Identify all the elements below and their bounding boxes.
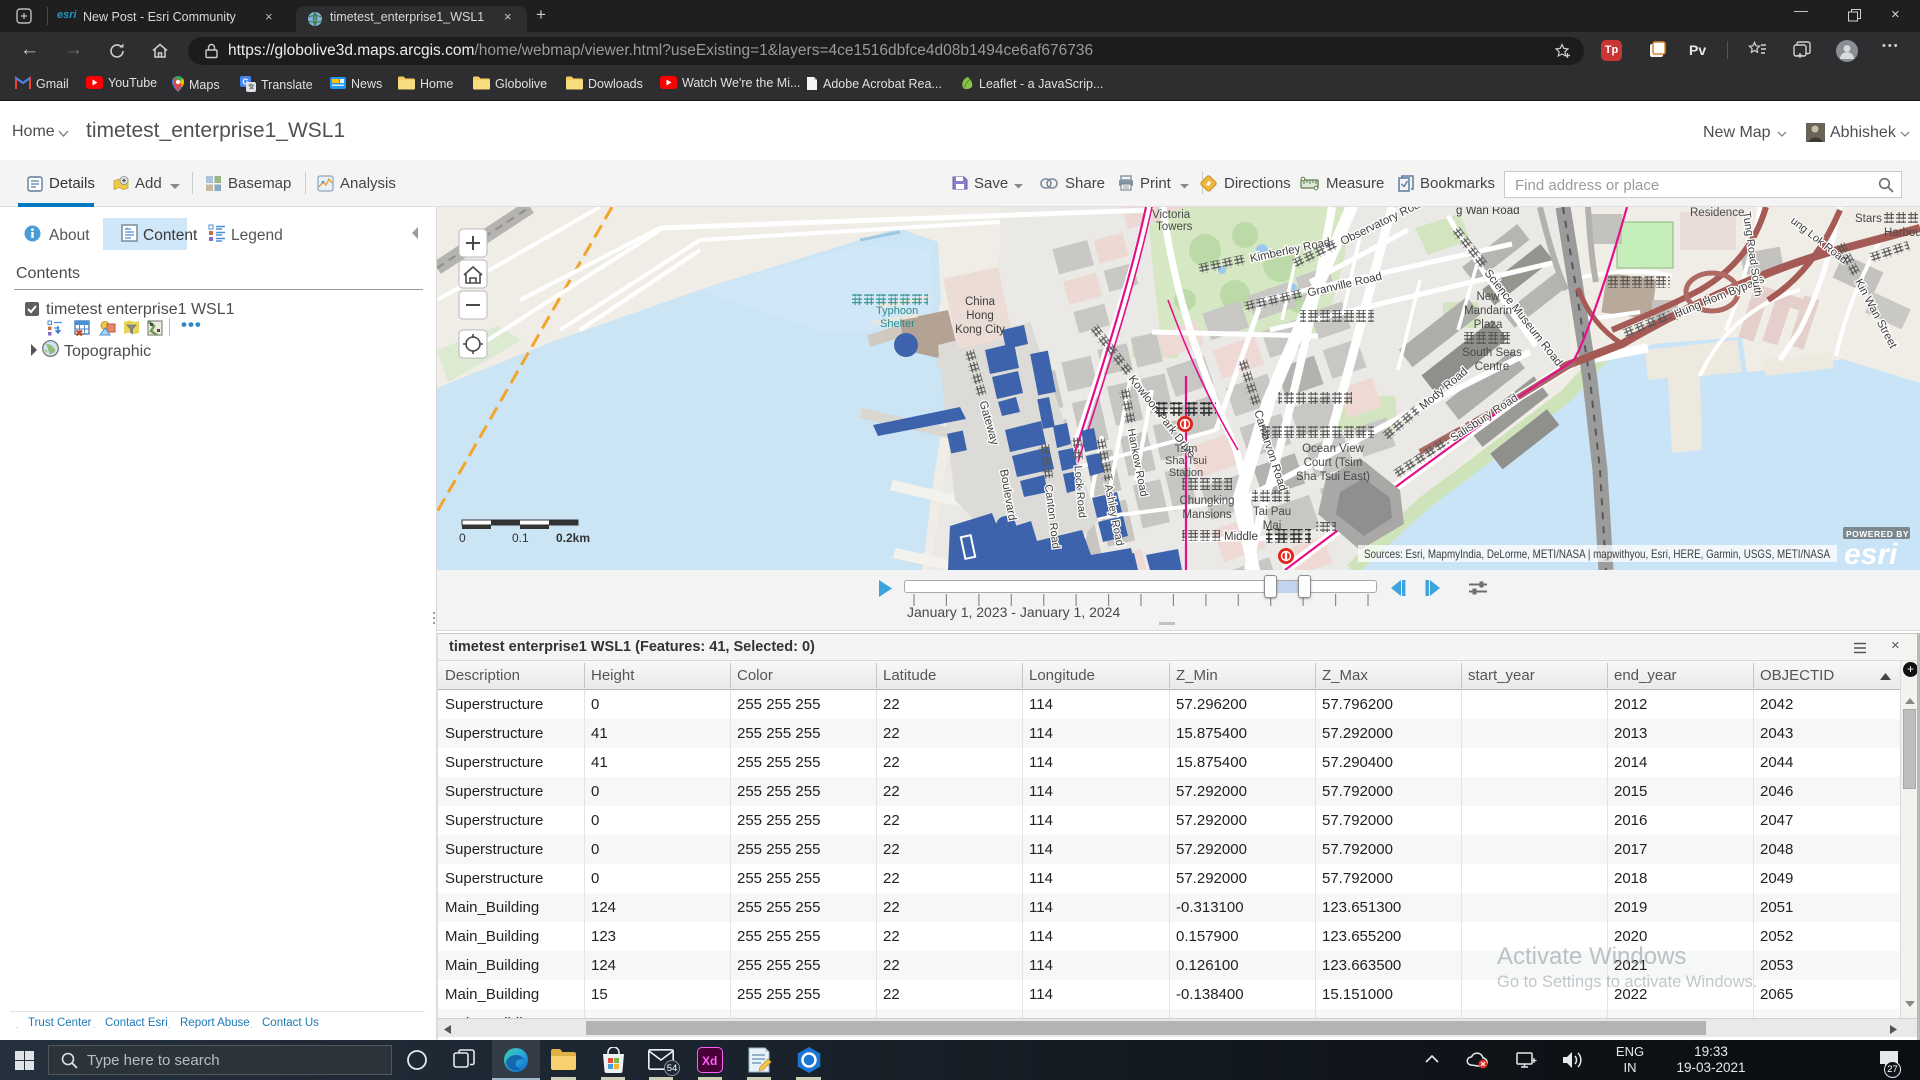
- svg-text:Typhoon: Typhoon: [876, 305, 918, 317]
- svg-text:Chungking: Chungking: [1180, 495, 1235, 507]
- svg-text:0.2km: 0.2km: [556, 531, 590, 545]
- svg-text:Kong City: Kong City: [955, 324, 1005, 336]
- svg-text:Mai: Mai: [1263, 520, 1282, 532]
- svg-text:Tai Pau: Tai Pau: [1253, 506, 1291, 518]
- svg-text:Victoria: Victoria: [1152, 209, 1191, 221]
- svg-text:Residence: Residence: [1690, 207, 1744, 219]
- svg-text:Sha Tsui: Sha Tsui: [1165, 455, 1207, 467]
- svg-text:0: 0: [459, 531, 466, 545]
- svg-text:esri: esri: [1844, 538, 1898, 570]
- svg-text:Stars: Stars: [1855, 213, 1882, 225]
- svg-text:Tsim: Tsim: [1175, 443, 1198, 455]
- svg-text:Centre: Centre: [1475, 361, 1510, 373]
- svg-text:Ocean View: Ocean View: [1302, 443, 1364, 455]
- svg-text:Plaza: Plaza: [1474, 319, 1503, 331]
- svg-text:Mansions: Mansions: [1182, 509, 1231, 521]
- svg-text:China: China: [965, 296, 996, 308]
- svg-text:Sources: Esri, MapmyIndia, DeL: Sources: Esri, MapmyIndia, DeLorme, METI…: [1364, 547, 1830, 561]
- svg-text:Shelter: Shelter: [880, 318, 915, 330]
- svg-text:Sha Tsui East): Sha Tsui East): [1296, 471, 1370, 483]
- svg-text:g Wan Road: g Wan Road: [1456, 207, 1520, 217]
- svg-text:Hong: Hong: [966, 310, 994, 322]
- svg-text:South Seas: South Seas: [1462, 347, 1522, 359]
- svg-text:Middle: Middle: [1224, 531, 1258, 543]
- svg-text:Towers: Towers: [1156, 221, 1193, 233]
- svg-text:Harbou: Harbou: [1884, 227, 1920, 239]
- svg-text:Court (Tsim: Court (Tsim: [1304, 457, 1363, 469]
- svg-text:New: New: [1476, 291, 1500, 303]
- svg-text:0.1: 0.1: [512, 531, 529, 545]
- svg-text:Station: Station: [1169, 467, 1203, 479]
- svg-text:Mandarin: Mandarin: [1464, 305, 1512, 317]
